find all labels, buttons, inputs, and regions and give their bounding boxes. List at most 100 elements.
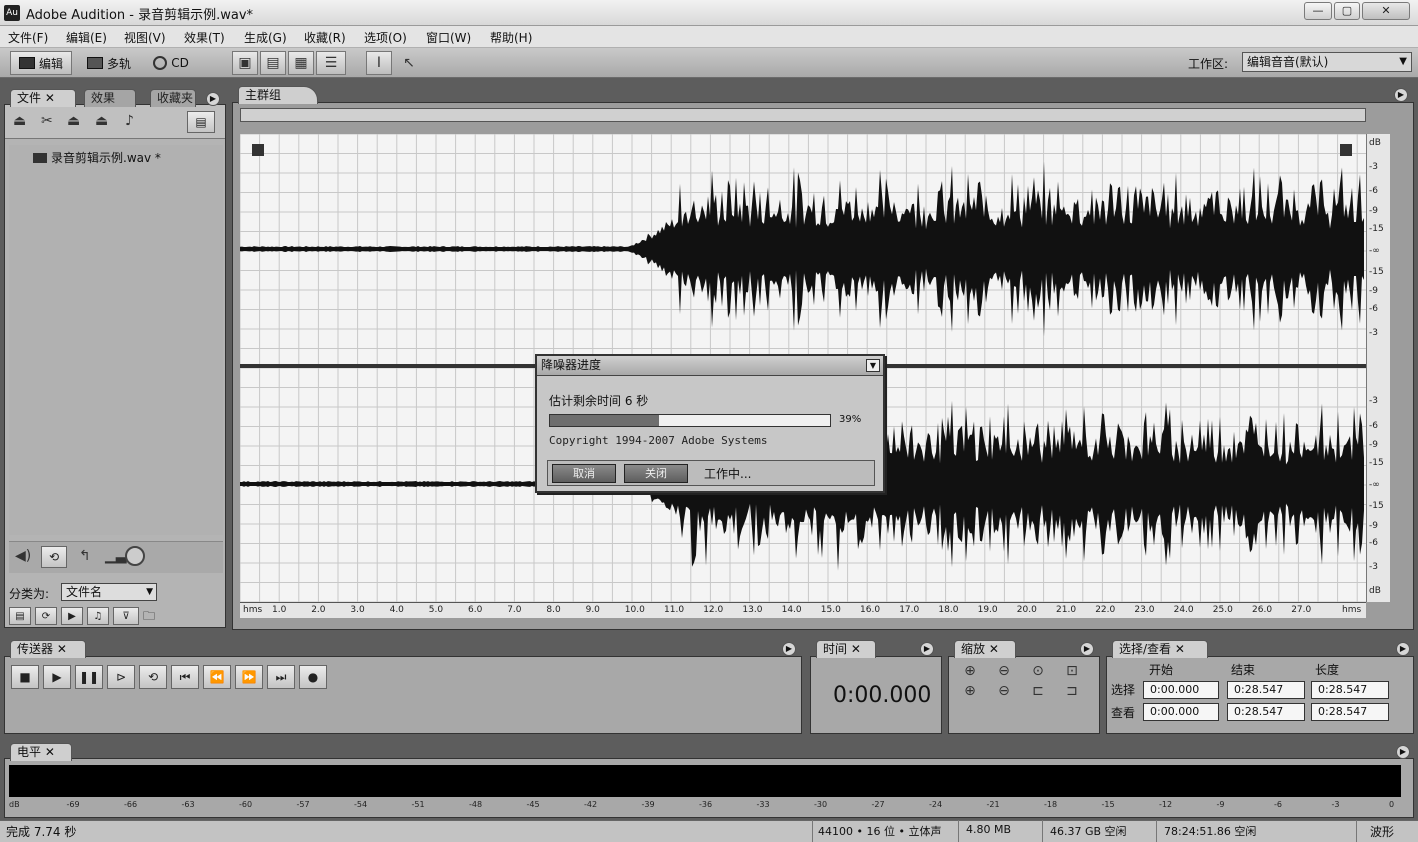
selection-menu-button[interactable]: ▶ [1396, 642, 1410, 656]
go-to-end-button[interactable]: ⏭ [267, 665, 295, 689]
tab-favorites[interactable]: 收藏夹 [150, 89, 196, 107]
tab-transport[interactable]: 传送器 ✕ [10, 640, 86, 658]
workspace-select[interactable]: 编辑音音(默认) ▼ [1242, 52, 1412, 72]
zoom-full-icon[interactable]: ⊙ [1023, 663, 1053, 679]
volume-knob[interactable] [125, 546, 145, 566]
fade-out-handle-icon[interactable] [1340, 144, 1352, 156]
marquee-tool-button[interactable]: ↖ [396, 51, 422, 75]
import-icon[interactable]: ⏏ [13, 113, 26, 129]
selection-start-field[interactable]: 0:00.000 [1143, 681, 1219, 699]
zoom-menu-button[interactable]: ▶ [1080, 642, 1094, 656]
filter-audio-button[interactable]: ▤ [9, 607, 31, 625]
zoom-left-edge-icon[interactable]: ⊏ [1023, 683, 1053, 699]
overview-bar[interactable] [240, 108, 1366, 122]
menu-view[interactable]: 视图(V) [124, 29, 166, 46]
main-panel-menu-button[interactable]: ▶ [1394, 88, 1408, 102]
menu-file[interactable]: 文件(F) [8, 29, 48, 46]
zoom-out-horizontal-icon[interactable]: ⊖ [989, 663, 1019, 679]
filter-midi-button[interactable]: ♫ [87, 607, 109, 625]
loop-play-button[interactable]: ⟲ [139, 665, 167, 689]
rewind-button[interactable]: ⏪ [203, 665, 231, 689]
tab-zoom[interactable]: 缩放 ✕ [954, 640, 1016, 658]
filter-video-button[interactable]: ▶ [61, 607, 83, 625]
transport-controls: ■ ▶ ❚❚ ⊳ ⟲ ⏮ ⏪ ⏩ ⏭ ● [11, 665, 327, 689]
play-file-icon[interactable]: ♪ [125, 113, 134, 129]
cancel-button[interactable]: 取消 [552, 464, 616, 483]
maximize-button[interactable]: ▢ [1334, 2, 1360, 20]
progress-percent: 39% [839, 414, 862, 425]
transport-menu-button[interactable]: ▶ [782, 642, 796, 656]
tab-effects[interactable]: 效果 [84, 89, 136, 107]
time-tick-label: 6.0 [468, 605, 483, 615]
zoom-selection-icon[interactable]: ⊡ [1057, 663, 1087, 679]
view-end-field[interactable]: 0:28.547 [1227, 703, 1305, 721]
edit-view-button[interactable]: 编辑 [10, 51, 72, 75]
file-list-item[interactable]: 录音剪辑示例.wav * [33, 149, 161, 166]
multitrack-view-button[interactable]: 多轨 [78, 51, 140, 75]
zoom-right-edge-icon[interactable]: ⊐ [1057, 683, 1087, 699]
level-menu-button[interactable]: ▶ [1396, 745, 1410, 759]
go-to-start-button[interactable]: ⏮ [171, 665, 199, 689]
level-tick-label: -60 [239, 800, 253, 809]
speaker-icon[interactable]: ◀) [15, 548, 31, 564]
play-from-cursor-button[interactable]: ⊳ [107, 665, 135, 689]
zoom-in-horizontal-icon[interactable]: ⊕ [955, 663, 985, 679]
spectral-display-button[interactable]: ▤ [260, 51, 286, 75]
insert-multitrack-icon[interactable]: ⏏ [67, 113, 80, 129]
menu-help[interactable]: 帮助(H) [490, 29, 532, 46]
level-tick-label: 0 [1389, 800, 1395, 809]
pause-button[interactable]: ❚❚ [75, 665, 103, 689]
pan-display-button[interactable]: ▦ [288, 51, 314, 75]
insert-cd-icon[interactable]: ⏏ [95, 113, 108, 129]
files-view-options-button[interactable]: ▤ [187, 111, 215, 133]
loop-preview-button[interactable]: ⟲ [41, 546, 67, 568]
time-ruler[interactable]: hms 1.0 2.0 3.0 4.0 5.0 6.0 7.0 8.0 9.0 10.0 11.0 12… [240, 602, 1366, 618]
menu-edit[interactable]: 编辑(E) [66, 29, 107, 46]
close-icon[interactable]: ✕ [989, 642, 999, 656]
close-window-button[interactable]: ✕ [1362, 2, 1410, 20]
menu-window[interactable]: 窗口(W) [426, 29, 471, 46]
dialog-collapse-icon[interactable]: ▼ [866, 359, 880, 372]
tab-main-group[interactable]: 主群组 [238, 86, 318, 104]
view-length-field[interactable]: 0:28.547 [1311, 703, 1389, 721]
close-icon[interactable]: ✕ [57, 642, 67, 656]
zoom-in-vertical-icon[interactable]: ⊕ [955, 683, 985, 699]
time-selection-tool-button[interactable]: Ⅰ [366, 51, 392, 75]
filter-loop-button[interactable]: ⟳ [35, 607, 57, 625]
waveform-display-button[interactable]: ▣ [232, 51, 258, 75]
filter-options-button[interactable]: ⊽ [113, 607, 139, 625]
record-button[interactable]: ● [299, 665, 327, 689]
selection-end-field[interactable]: 0:28.547 [1227, 681, 1305, 699]
tab-files[interactable]: 文件 ✕ [10, 89, 76, 107]
phase-display-button[interactable]: ☰ [316, 51, 346, 75]
tab-level-meter[interactable]: 电平 ✕ [10, 743, 72, 761]
sort-by-select[interactable]: 文件名 ▼ [61, 583, 157, 601]
stop-button[interactable]: ■ [11, 665, 39, 689]
menu-favorites[interactable]: 收藏(R) [304, 29, 346, 46]
menu-generate[interactable]: 生成(G) [244, 29, 287, 46]
selection-length-field[interactable]: 0:28.547 [1311, 681, 1389, 699]
level-tick-label: -48 [469, 800, 483, 809]
close-icon[interactable]: ✕ [45, 745, 55, 759]
files-panel-menu-button[interactable]: ▶ [206, 92, 220, 106]
close-file-icon[interactable]: ✂ [41, 113, 53, 129]
auto-play-icon[interactable]: ↰ [79, 548, 91, 564]
tab-selection-view[interactable]: 选择/查看 ✕ [1112, 640, 1208, 658]
close-icon[interactable]: ✕ [851, 642, 861, 656]
tab-time[interactable]: 时间 ✕ [816, 640, 876, 658]
folder-icon[interactable]: 🗀 [143, 607, 155, 628]
play-button[interactable]: ▶ [43, 665, 71, 689]
close-button[interactable]: 关闭 [624, 464, 688, 483]
view-start-field[interactable]: 0:00.000 [1143, 703, 1219, 721]
zoom-out-vertical-icon[interactable]: ⊖ [989, 683, 1019, 699]
fade-in-handle-icon[interactable] [252, 144, 264, 156]
menu-options[interactable]: 选项(O) [364, 29, 407, 46]
fast-forward-button[interactable]: ⏩ [235, 665, 263, 689]
close-icon[interactable]: ✕ [45, 91, 55, 105]
menu-effects[interactable]: 效果(T) [184, 29, 225, 46]
minimize-button[interactable]: — [1304, 2, 1332, 20]
close-icon[interactable]: ✕ [1175, 642, 1185, 656]
db-tick-label: -3 [1369, 396, 1378, 406]
cd-view-button[interactable]: CD [146, 51, 196, 75]
time-menu-button[interactable]: ▶ [920, 642, 934, 656]
